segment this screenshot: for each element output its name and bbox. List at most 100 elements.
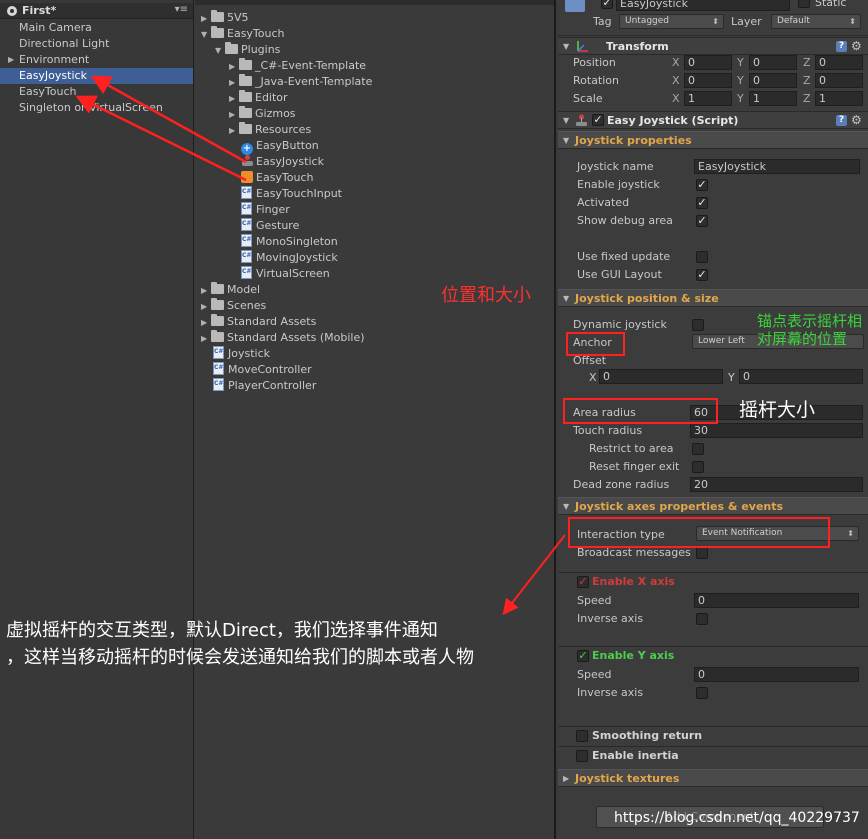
- enable-joystick-checkbox[interactable]: ✓: [696, 179, 708, 191]
- touch-radius-field[interactable]: 30: [690, 423, 863, 438]
- transform-scale-field[interactable]: 1: [684, 91, 732, 106]
- project-item[interactable]: ▶ 5V5: [201, 10, 249, 26]
- enable-inertia-row[interactable]: Enable inertia: [558, 746, 868, 764]
- object-name-field[interactable]: EasyJoystick: [616, 0, 790, 11]
- collapsed-arrow-icon[interactable]: ▶: [201, 315, 211, 331]
- show-debug-checkbox[interactable]: ✓: [696, 215, 708, 227]
- enable-inertia-checkbox[interactable]: [576, 750, 588, 762]
- project-item[interactable]: ▶ Standard Assets: [201, 314, 316, 330]
- hierarchy-item[interactable]: Directional Light: [0, 36, 193, 52]
- section-joystick-position[interactable]: ▼ Joystick position & size: [558, 289, 868, 307]
- smoothing-return-checkbox[interactable]: [576, 730, 588, 742]
- collapsed-arrow-icon[interactable]: ▶: [229, 91, 239, 107]
- project-item[interactable]: ▶ Editor: [229, 90, 288, 106]
- gear-icon[interactable]: ⚙: [851, 40, 862, 52]
- project-item[interactable]: EasyTouchInput: [241, 186, 342, 202]
- transform-position-field[interactable]: 0: [815, 55, 863, 70]
- transform-rotation-field[interactable]: 0: [684, 73, 732, 88]
- expand-arrow-icon[interactable]: ▼: [563, 40, 569, 54]
- project-item[interactable]: MoveController: [213, 362, 312, 378]
- expand-arrow-icon[interactable]: ▼: [563, 133, 569, 148]
- transform-scale-field[interactable]: 1: [749, 91, 797, 106]
- offset-x-field[interactable]: 0: [599, 369, 723, 384]
- transform-position-field[interactable]: 0: [749, 55, 797, 70]
- transform-scale-field[interactable]: 1: [815, 91, 863, 106]
- enable-y-axis-header[interactable]: ✓ Enable Y axis: [558, 646, 868, 664]
- project-item[interactable]: ▶ _Java-Event-Template: [229, 74, 372, 90]
- hierarchy-menu-icon[interactable]: ▾≡: [175, 4, 188, 15]
- script-enabled-checkbox[interactable]: ✓: [592, 114, 604, 126]
- x-speed-field[interactable]: 0: [694, 593, 859, 608]
- collapsed-arrow-icon[interactable]: ▶: [229, 75, 239, 91]
- hierarchy-item[interactable]: Main Camera: [0, 20, 193, 36]
- y-speed-field[interactable]: 0: [694, 667, 859, 682]
- project-item[interactable]: VirtualScreen: [241, 266, 330, 282]
- project-item[interactable]: MovingJoystick: [241, 250, 338, 266]
- expand-arrow-icon[interactable]: ▼: [563, 499, 569, 514]
- enable-x-axis-checkbox[interactable]: ✓: [577, 576, 589, 588]
- project-item[interactable]: ▶ Resources: [229, 122, 311, 138]
- section-joystick-axes[interactable]: ▼ Joystick axes properties & events: [558, 497, 868, 515]
- expand-arrow-icon[interactable]: ▶: [8, 52, 14, 68]
- expand-arrow-icon[interactable]: ▼: [563, 114, 569, 128]
- interaction-type-dropdown[interactable]: Event Notification ⬍: [696, 526, 859, 541]
- collapsed-arrow-icon[interactable]: ▶: [201, 11, 211, 27]
- scene-title[interactable]: First*: [22, 4, 56, 17]
- gear-icon[interactable]: ⚙: [851, 114, 862, 126]
- dynamic-joystick-checkbox[interactable]: [692, 319, 704, 331]
- collapsed-arrow-icon[interactable]: ▶: [229, 107, 239, 123]
- transform-rotation-field[interactable]: 0: [749, 73, 797, 88]
- project-item[interactable]: ▶ Gizmos: [229, 106, 296, 122]
- collapsed-arrow-icon[interactable]: ▶: [201, 283, 211, 299]
- tag-dropdown[interactable]: Untagged ⬍: [619, 14, 724, 29]
- hierarchy-item[interactable]: ▶ Environment: [0, 52, 193, 68]
- hierarchy-item[interactable]: Singleton or VirtualScreen: [0, 100, 193, 116]
- project-item[interactable]: ▶ Standard Assets (Mobile): [201, 330, 365, 346]
- project-item[interactable]: ▼ Plugins: [215, 42, 280, 58]
- project-item[interactable]: + EasyButton: [241, 138, 319, 155]
- project-item[interactable]: ▶ Scenes: [201, 298, 266, 314]
- expand-arrow-icon[interactable]: ▶: [563, 771, 569, 786]
- project-item[interactable]: Finger: [241, 202, 290, 218]
- use-fixed-update-checkbox[interactable]: [696, 251, 708, 263]
- restrict-area-checkbox[interactable]: [692, 443, 704, 455]
- expanded-arrow-icon[interactable]: ▼: [215, 43, 225, 59]
- joystick-name-field[interactable]: EasyJoystick: [694, 159, 860, 174]
- script-header[interactable]: ▼ ✓ Easy Joystick (Script) ? ⚙: [558, 111, 868, 129]
- project-item[interactable]: ▶ _C#-Event-Template: [229, 58, 366, 74]
- project-item[interactable]: Joystick: [213, 346, 270, 362]
- section-joystick-textures[interactable]: ▶ Joystick textures: [558, 769, 868, 787]
- y-inverse-checkbox[interactable]: [696, 687, 708, 699]
- project-item[interactable]: PlayerController: [213, 378, 316, 394]
- activated-checkbox[interactable]: ✓: [696, 197, 708, 209]
- offset-y-field[interactable]: 0: [739, 369, 863, 384]
- enable-y-axis-checkbox[interactable]: ✓: [577, 650, 589, 662]
- project-item[interactable]: EasyJoystick: [241, 154, 324, 170]
- project-item[interactable]: MonoSingleton: [241, 234, 338, 250]
- project-item[interactable]: Gesture: [241, 218, 299, 234]
- hierarchy-item[interactable]: EasyTouch: [0, 84, 193, 100]
- expanded-arrow-icon[interactable]: ▼: [201, 27, 211, 43]
- smoothing-return-row[interactable]: Smoothing return: [558, 726, 868, 744]
- project-item[interactable]: EasyTouch: [241, 170, 314, 186]
- x-inverse-checkbox[interactable]: [696, 613, 708, 625]
- transform-position-field[interactable]: 0: [684, 55, 732, 70]
- dead-zone-field[interactable]: 20: [690, 477, 863, 492]
- transform-header[interactable]: ▼ Transform ? ⚙: [558, 37, 868, 55]
- collapsed-arrow-icon[interactable]: ▶: [229, 59, 239, 75]
- hierarchy-item[interactable]: EasyJoystick: [0, 68, 193, 84]
- collapsed-arrow-icon[interactable]: ▶: [201, 299, 211, 315]
- help-icon[interactable]: ?: [836, 115, 847, 126]
- project-item[interactable]: ▼ EasyTouch: [201, 26, 285, 42]
- expand-arrow-icon[interactable]: ▼: [563, 291, 569, 306]
- project-item[interactable]: ▶ Model: [201, 282, 260, 298]
- broadcast-messages-checkbox[interactable]: [696, 547, 708, 559]
- section-joystick-properties[interactable]: ▼ Joystick properties: [558, 131, 868, 149]
- reset-finger-checkbox[interactable]: [692, 461, 704, 473]
- collapsed-arrow-icon[interactable]: ▶: [229, 123, 239, 139]
- static-checkbox[interactable]: [798, 0, 810, 8]
- collapsed-arrow-icon[interactable]: ▶: [201, 331, 211, 347]
- object-active-checkbox[interactable]: ✓: [601, 0, 613, 9]
- layer-dropdown[interactable]: Default ⬍: [771, 14, 861, 29]
- enable-x-axis-header[interactable]: ✓ Enable X axis: [558, 572, 868, 590]
